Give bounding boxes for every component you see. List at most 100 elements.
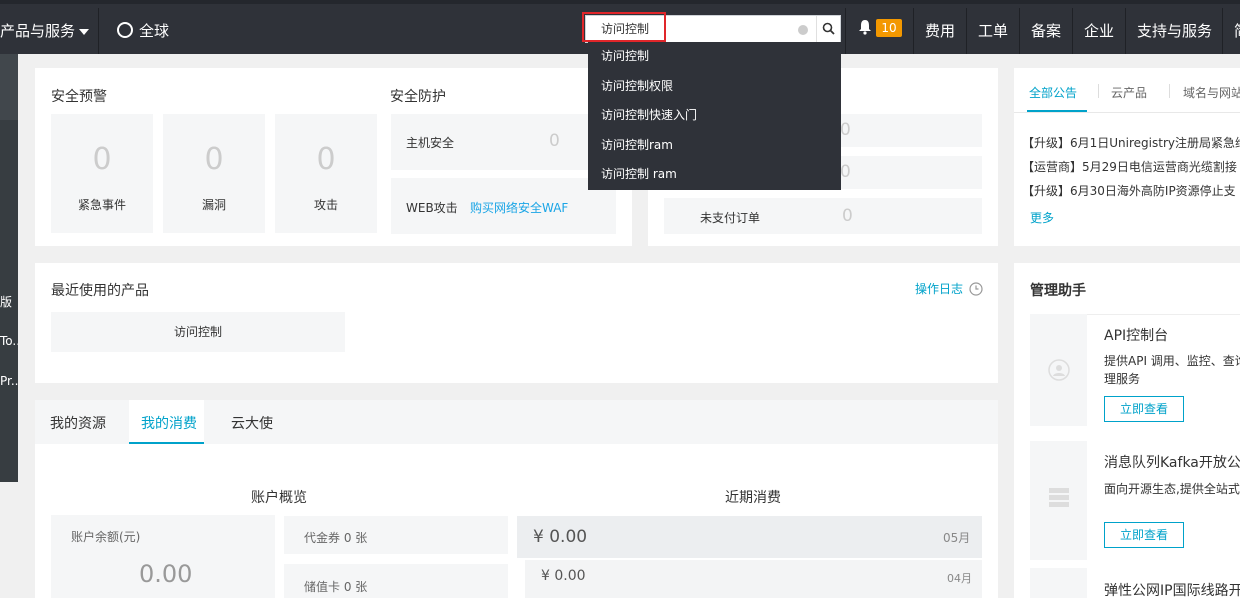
announcement-tab-cloud[interactable]: 云产品 xyxy=(1111,84,1147,101)
announcement-item[interactable]: 【升级】6月1日Uniregistry注册局紧急维 xyxy=(1022,134,1240,151)
host-security-label: 主机安全 xyxy=(406,136,455,150)
tab-my-resources[interactable]: 我的资源 xyxy=(50,413,106,433)
api-console-desc: 提供API 调用、监控、查询 xyxy=(1104,354,1240,368)
sidebar-item[interactable]: To... xyxy=(0,334,18,348)
search-button[interactable] xyxy=(816,16,840,42)
urgent-events-value: 0 xyxy=(92,142,112,177)
more-link[interactable]: 更多 xyxy=(1030,209,1054,226)
announcements-card: 全部公告 云产品 域名与网站 【升级】6月1日Uniregistry注册局紧急维… xyxy=(1014,68,1240,246)
kafka-view-button[interactable]: 立即查看 xyxy=(1104,522,1184,548)
consumption-amount: ¥ 0.00 xyxy=(541,568,586,584)
search-highlight-box xyxy=(582,12,666,42)
recent-product-item[interactable]: 访问控制 xyxy=(51,312,345,352)
tab-my-consumption-label: 我的消费 xyxy=(141,416,197,432)
api-console-desc-line2: 理服务 xyxy=(1104,372,1141,386)
divider xyxy=(98,8,99,54)
divider xyxy=(1014,112,1240,113)
clear-icon[interactable] xyxy=(798,25,808,35)
api-console-title: API控制台 xyxy=(1104,328,1169,344)
divider xyxy=(1019,8,1020,54)
stored-card-label: 储值卡 0 张 xyxy=(304,580,368,594)
nav-filing[interactable]: 备案 xyxy=(1031,8,1061,54)
suggestion-item[interactable]: 访问控制 xyxy=(588,42,841,72)
recent-products-card: 最近使用的产品 操作日志 访问控制 xyxy=(35,263,998,383)
consumption-amount: ¥ 0.00 xyxy=(533,527,588,547)
buy-waf-link[interactable]: 购买网络安全WAF xyxy=(470,199,568,216)
announcement-tab-domain[interactable]: 域名与网站 xyxy=(1183,84,1240,101)
search-icon xyxy=(822,22,835,35)
globe-icon xyxy=(117,21,133,38)
voucher-label: 代金券 0 张 xyxy=(304,531,368,545)
nav-tickets[interactable]: 工单 xyxy=(978,8,1008,54)
management-assistant-card: 管理助手 API控制台 提供API 调用、监控、查询 理服务 立即查看 消息队列… xyxy=(1014,263,1240,598)
unpaid-orders-value: 0 xyxy=(842,206,853,226)
nav-support[interactable]: 支持与服务 xyxy=(1137,8,1212,54)
consumption-month: 05月 xyxy=(943,531,971,545)
recent-products-title: 最近使用的产品 xyxy=(51,283,149,299)
products-services-menu[interactable]: 产品与服务 xyxy=(0,8,90,54)
announcement-item[interactable]: 【运营商】5月29日电信运营商光缆割接 xyxy=(1022,158,1237,175)
kafka-thumbnail xyxy=(1030,441,1087,560)
web-attack-row: WEB攻击 购买网络安全WAF xyxy=(391,178,616,234)
notification-badge: 10 xyxy=(876,19,902,37)
clock-icon xyxy=(969,282,983,296)
api-console-thumbnail xyxy=(1030,314,1087,426)
unpaid-orders-row[interactable]: 未支付订单 0 xyxy=(664,198,982,234)
security-alert-title: 安全预警 xyxy=(51,89,107,105)
host-security-row[interactable]: 主机安全 0 xyxy=(391,114,616,170)
region-label: 全球 xyxy=(139,22,170,40)
unpaid-orders-label: 未支付订单 xyxy=(700,211,761,225)
order-value: 0 xyxy=(840,162,851,182)
kafka-desc: 面向开源生态,提供全站式 xyxy=(1104,482,1240,496)
eip-thumbnail xyxy=(1030,568,1087,598)
operation-log-link[interactable]: 操作日志 xyxy=(915,280,983,297)
consumption-card: 我的资源 我的消费 云大使 账户概览 账户余额(元) 0.00 代金券 0 张 … xyxy=(35,400,998,598)
announcement-tab-all[interactable]: 全部公告 xyxy=(1029,84,1077,101)
notifications-button[interactable] xyxy=(857,19,873,39)
host-security-value: 0 xyxy=(549,131,560,151)
search-suggestions-dropdown: 访问控制 访问控制权限 访问控制快速入门 访问控制ram 访问控制 ram xyxy=(588,42,841,190)
region-selector[interactable]: 全球 xyxy=(117,8,169,54)
eip-title: 弹性公网IP国际线路开 xyxy=(1104,583,1240,598)
left-sidebar: 版 To... Pr... xyxy=(0,54,18,598)
suggestion-item[interactable]: 访问控制ram xyxy=(588,131,841,161)
suggestion-item[interactable]: 访问控制 ram xyxy=(588,160,841,190)
vulnerabilities-label: 漏洞 xyxy=(201,198,226,212)
order-value: 0 xyxy=(840,120,851,140)
kafka-title: 消息队列Kafka开放公测 xyxy=(1104,455,1240,471)
announcement-item[interactable]: 【升级】6月30日海外高防IP资源停止支 xyxy=(1022,182,1236,199)
account-balance-box: 账户余额(元) 0.00 xyxy=(51,515,275,598)
security-protection-title: 安全防护 xyxy=(390,89,446,105)
divider xyxy=(966,8,967,54)
stored-card-row[interactable]: 储值卡 0 张 xyxy=(284,564,508,598)
sidebar-header[interactable] xyxy=(0,54,18,120)
tab-my-consumption[interactable]: 我的消费 xyxy=(129,400,204,444)
products-label: 产品与服务 xyxy=(0,22,76,40)
operation-log-label: 操作日志 xyxy=(915,282,964,296)
user-icon xyxy=(1048,359,1070,381)
nav-fees[interactable]: 费用 xyxy=(925,8,955,54)
divider xyxy=(913,8,914,54)
voucher-row[interactable]: 代金券 0 张 xyxy=(284,516,508,554)
tab-cloud-ambassador[interactable]: 云大使 xyxy=(231,413,273,433)
nav-enterprise[interactable]: 企业 xyxy=(1084,8,1114,54)
divider xyxy=(1222,8,1223,54)
divider xyxy=(1072,8,1073,54)
active-tab-underline xyxy=(129,442,204,444)
balance-value: 0.00 xyxy=(139,560,193,588)
api-console-view-button[interactable]: 立即查看 xyxy=(1104,396,1184,422)
divider xyxy=(1125,8,1126,54)
balance-label: 账户余额(元) xyxy=(71,530,141,544)
sidebar-item[interactable]: Pr... xyxy=(0,374,18,388)
urgent-events-tile[interactable]: 0 紧急事件 xyxy=(51,114,153,233)
web-attack-label: WEB攻击 xyxy=(406,201,458,215)
nav-language[interactable]: 简 xyxy=(1234,8,1240,54)
attacks-tile[interactable]: 0 攻击 xyxy=(275,114,377,233)
sidebar-bottom xyxy=(0,482,18,598)
attacks-label: 攻击 xyxy=(313,198,338,212)
vulnerabilities-tile[interactable]: 0 漏洞 xyxy=(163,114,265,233)
server-icon xyxy=(1049,488,1069,507)
suggestion-item[interactable]: 访问控制权限 xyxy=(588,72,841,102)
sidebar-item[interactable]: 版 xyxy=(0,293,18,310)
suggestion-item[interactable]: 访问控制快速入门 xyxy=(588,101,841,131)
